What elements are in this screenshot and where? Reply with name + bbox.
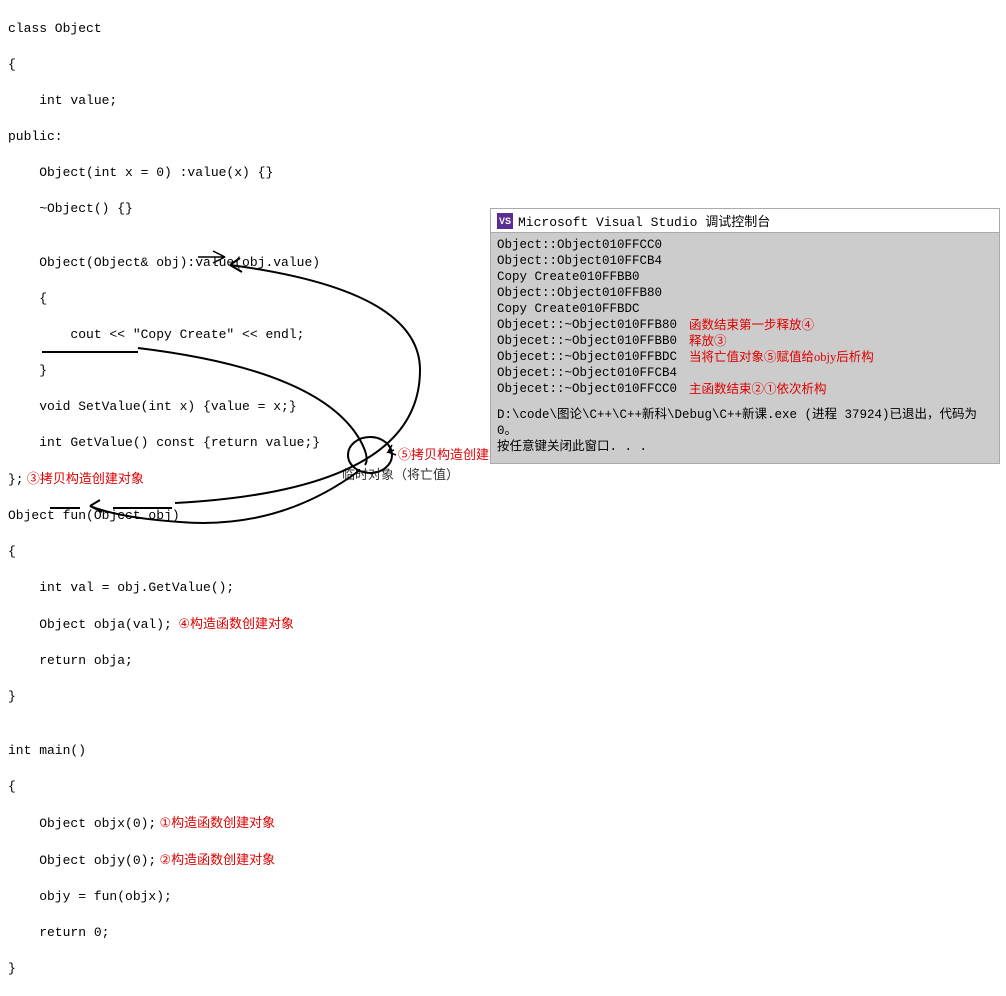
code-line: Object objx(0); ①构造函数创建对象 [8,814,468,833]
console-title-bar: VS Microsoft Visual Studio 调试控制台 [491,209,999,233]
console-output: Copy Create010FFBDC [497,301,640,317]
console-prompt-line: 按任意键关闭此窗口. . . [497,439,993,455]
console-output: Objecet::~Object010FFCC0 [497,381,677,397]
console-output: Objecet::~Object010FFCB4 [497,365,677,381]
code-line: { [8,56,468,74]
console-output: Object::Object010FFCC0 [497,237,662,253]
console-output: Object::Object010FFCB4 [497,253,662,269]
code-line: int main() [8,742,468,760]
annotation-4: ④构造函数创建对象 [172,616,294,631]
console-footer: D:\code\图论\C++\C++新科\Debug\C++新课.exe (进程… [497,407,993,455]
code-line: { [8,778,468,796]
console-exit-line: D:\code\图论\C++\C++新科\Debug\C++新课.exe (进程… [497,407,993,439]
console-output: Object::Object010FFB80 [497,285,662,301]
console-output: Objecet::~Object010FFBDC [497,349,677,365]
code-line: return obja; [8,652,468,670]
console-note: 当将亡值对象⑤赋值给objy后析构 [689,349,874,365]
code-line: { [8,543,468,561]
temp-object-note: 临时对象（将亡值） [342,464,459,483]
code-line: ~Object() {} [8,200,468,218]
console-body: Object::Object010FFCC0 Object::Object010… [491,233,999,463]
code-line: Object(Object& obj):value(obj.value) [8,254,468,272]
code-line: } [8,362,468,380]
code-line: return 0; [8,924,468,942]
vs-icon: VS [497,213,513,229]
console-title-text: Microsoft Visual Studio 调试控制台 [518,211,770,230]
code-line: Object(int x = 0) :value(x) {} [8,164,468,182]
code-editor: class Object { int value; public: Object… [8,2,468,996]
annotation-3: ③拷贝构造创建对象 [24,471,144,486]
console-note: 主函数结束②①依次析构 [689,381,827,397]
code-line: public: [8,128,468,146]
code-line: objy = fun(objx); [8,888,468,906]
code-line: Object obja(val); ④构造函数创建对象 [8,615,468,634]
console-note: 释放③ [689,333,727,349]
annotation-2: ②构造函数创建对象 [156,852,275,867]
code-line: void SetValue(int x) {value = x;} [8,398,468,416]
code-line: int value; [8,92,468,110]
code-line: int val = obj.GetValue(); [8,579,468,597]
code-line: cout << "Copy Create" << endl; [8,326,468,344]
code-line: { [8,290,468,308]
code-line: } [8,688,468,706]
console-output: Objecet::~Object010FFB80 [497,317,677,333]
debug-console-window: VS Microsoft Visual Studio 调试控制台 Object:… [490,208,1000,464]
code-line: } [8,960,468,978]
console-note: 函数结束第一步释放④ [689,317,814,333]
code-line: class Object [8,20,468,38]
annotation-1: ①构造函数创建对象 [156,815,275,830]
console-output: Copy Create010FFBB0 [497,269,640,285]
code-line: Object objy(0); ②构造函数创建对象 [8,851,468,870]
console-output: Objecet::~Object010FFBB0 [497,333,677,349]
code-line: Object fun(Object obj) [8,507,468,525]
